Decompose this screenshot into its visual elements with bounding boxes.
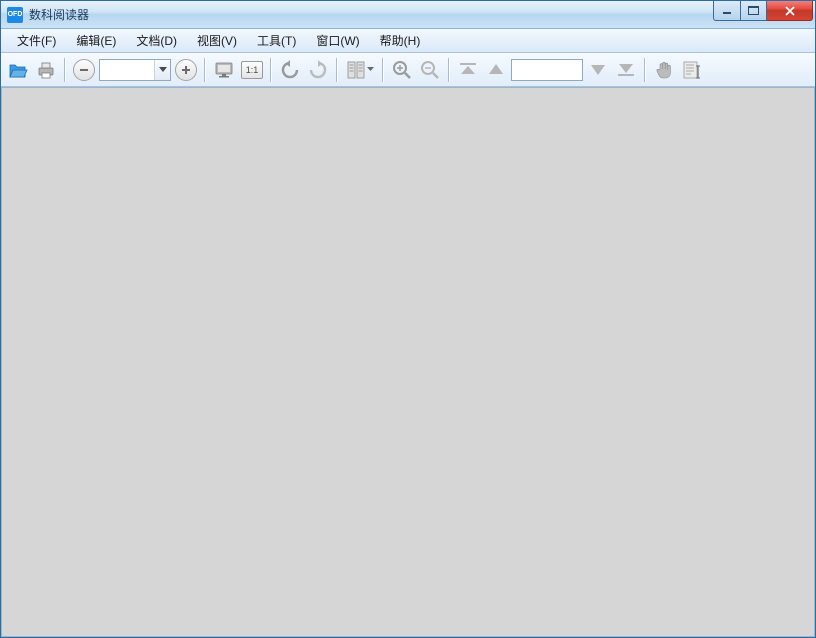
text-select-icon [683,60,701,80]
title-bar: OFD 数科阅读器 [1,1,815,29]
menu-window[interactable]: 窗口(W) [306,29,369,52]
app-icon: OFD [7,7,23,23]
separator [448,58,450,82]
actual-size-button[interactable]: 1:1 [239,57,265,83]
hand-tool-button[interactable] [651,57,677,83]
page-layout-button[interactable] [343,57,377,83]
toolbar: 1:1 [1,53,815,87]
first-page-icon [459,62,477,78]
printer-icon [36,60,56,80]
plus-icon [175,59,197,81]
rotate-cw-icon [308,60,328,80]
minimize-button[interactable] [713,1,741,21]
page-input-container [511,59,583,81]
chevron-down-icon [159,67,167,73]
menu-file[interactable]: 文件(F) [7,29,66,52]
select-text-button[interactable] [679,57,705,83]
maximize-button[interactable] [741,1,767,21]
zoom-out-button[interactable] [71,57,97,83]
hand-icon [655,60,673,80]
separator [64,58,66,82]
prev-page-button[interactable] [483,57,509,83]
app-icon-label: OFD [8,11,23,18]
menu-bar: 文件(F) 编辑(E) 文档(D) 视图(V) 工具(T) 窗口(W) 帮助(H… [1,29,815,53]
magnify-in-button[interactable] [389,57,415,83]
rotate-left-button[interactable] [277,57,303,83]
fit-width-icon [214,61,234,79]
rotate-ccw-icon [280,60,300,80]
chevron-down-icon [367,67,374,72]
menu-edit[interactable]: 编辑(E) [66,29,126,52]
page-layout-icon [347,61,365,79]
minus-icon [73,59,95,81]
app-window: OFD 数科阅读器 文件(F) 编辑(E) 文档(D) 视图(V) 工具(T) … [0,0,816,638]
zoom-combo[interactable] [99,59,171,81]
zoom-input[interactable] [100,63,154,77]
window-controls [713,1,813,21]
arrow-up-icon [487,63,505,77]
menu-view[interactable]: 视图(V) [187,29,247,52]
document-area [1,87,815,637]
zoom-dropdown-button[interactable] [154,60,170,80]
actual-size-label: 1:1 [241,61,263,79]
rotate-right-button[interactable] [305,57,331,83]
magnifier-minus-icon [420,60,440,80]
arrow-down-icon [589,63,607,77]
separator [644,58,646,82]
print-button[interactable] [33,57,59,83]
magnify-out-button[interactable] [417,57,443,83]
page-number-input[interactable] [512,60,582,80]
menu-help[interactable]: 帮助(H) [370,29,431,52]
open-button[interactable] [5,57,31,83]
fit-width-button[interactable] [211,57,237,83]
folder-open-icon [8,60,28,80]
close-icon [784,6,796,16]
close-button[interactable] [767,1,813,21]
separator [382,58,384,82]
next-page-button[interactable] [585,57,611,83]
separator [336,58,338,82]
menu-document[interactable]: 文档(D) [126,29,187,52]
menu-tools[interactable]: 工具(T) [247,29,306,52]
separator [204,58,206,82]
first-page-button[interactable] [455,57,481,83]
magnifier-plus-icon [392,60,412,80]
last-page-button[interactable] [613,57,639,83]
window-title: 数科阅读器 [29,6,815,23]
maximize-icon [748,6,759,15]
minimize-icon [722,6,732,16]
last-page-icon [617,62,635,78]
separator [270,58,272,82]
zoom-in-button[interactable] [173,57,199,83]
